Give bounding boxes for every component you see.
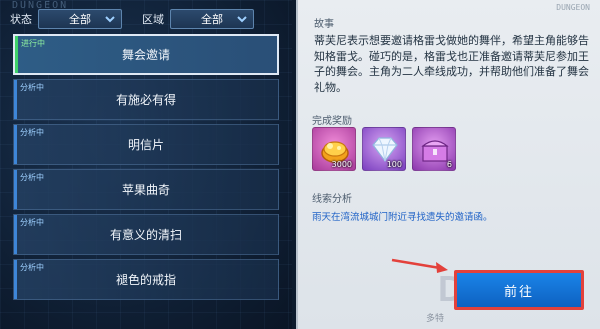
- quest-name: 褪色的戒指: [115, 273, 176, 287]
- quest-name: 有施必有得: [115, 93, 176, 107]
- quest-item-ball-invitation[interactable]: 进行中 舞会邀请: [13, 34, 279, 75]
- status-bar: [14, 215, 17, 254]
- quest-item[interactable]: 分析中 有意义的清扫: [13, 214, 279, 255]
- region-filter-label: 区域: [142, 13, 164, 26]
- reward-count: 100: [386, 160, 402, 169]
- reward-count: 3000: [331, 160, 352, 169]
- quest-item[interactable]: 分析中 褪色的戒指: [13, 259, 279, 300]
- quest-name: 舞会邀请: [121, 48, 170, 62]
- go-button[interactable]: 前往: [454, 270, 584, 310]
- filter-bar: 状态 全部 区域 全部: [6, 9, 290, 29]
- chevron-down-icon: [105, 16, 115, 23]
- reward-heading: 完成奖励: [312, 116, 352, 127]
- reward-item-diamond[interactable]: 100: [362, 127, 406, 171]
- reward-item-chest[interactable]: 6: [412, 127, 456, 171]
- status-bar: [15, 36, 18, 73]
- status-filter-value: 全部: [69, 13, 91, 26]
- clue-text: 雨天在湾流城城门附近寻找遗失的邀请函。: [312, 212, 493, 223]
- reward-item-gold[interactable]: 3000: [312, 127, 356, 171]
- quest-status: 分析中: [20, 263, 44, 272]
- status-filter-label: 状态: [10, 13, 32, 26]
- status-bar: [14, 170, 17, 209]
- reward-count: 6: [446, 160, 452, 169]
- top-watermark: DUNGEON: [556, 3, 590, 12]
- status-bar: [14, 125, 17, 164]
- quest-status: 分析中: [20, 128, 44, 137]
- quest-item[interactable]: 分析中 苹果曲奇: [13, 169, 279, 210]
- watermark-text: 多特: [426, 314, 445, 324]
- region-filter-dropdown[interactable]: 全部: [170, 9, 254, 29]
- clue-heading: 线索分析: [312, 194, 352, 205]
- region-filter-value: 全部: [201, 13, 223, 26]
- quest-name: 苹果曲奇: [121, 183, 170, 197]
- status-bar: [14, 80, 17, 119]
- quest-list-panel: DUNGEON 状态 全部 区域 全部 进行中 舞会邀请 分析中 有施必有得 分…: [0, 0, 292, 329]
- story-heading: 故事: [314, 19, 334, 30]
- story-text: 蒂芙尼表示想要邀请格雷戈做她的舞伴，希望主角能够告知格雷戈。碰巧的是，格雷戈也正…: [314, 34, 589, 94]
- quest-status: 分析中: [20, 173, 44, 182]
- quest-item[interactable]: 分析中 有施必有得: [13, 79, 279, 120]
- quest-detail-panel: DUNGEON 故事 蒂芙尼表示想要邀请格雷戈做她的舞伴，希望主角能够告知格雷戈…: [296, 0, 600, 329]
- quest-name: 有意义的清扫: [109, 228, 182, 242]
- reward-list: 3000 100 6: [312, 127, 456, 171]
- red-arrow-icon: [391, 258, 448, 273]
- quest-status: 进行中: [21, 39, 45, 48]
- quest-status: 分析中: [20, 83, 44, 92]
- status-filter-dropdown[interactable]: 全部: [38, 9, 122, 29]
- quest-list: 进行中 舞会邀请 分析中 有施必有得 分析中 明信片 分析中 苹果曲奇 分析中 …: [13, 34, 279, 304]
- quest-item[interactable]: 分析中 明信片: [13, 124, 279, 165]
- status-bar: [14, 260, 17, 299]
- quest-status: 分析中: [20, 218, 44, 227]
- go-button-label: 前往: [503, 284, 534, 300]
- quest-name: 明信片: [127, 138, 164, 152]
- chevron-down-icon: [237, 16, 247, 23]
